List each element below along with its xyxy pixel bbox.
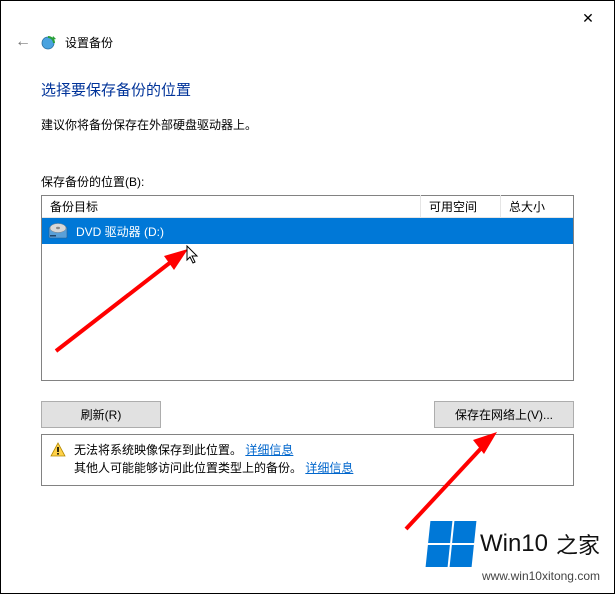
drive-list-body: DVD 驱动器 (D:) <box>42 218 573 380</box>
page-subtext: 建议你将备份保存在外部硬盘驱动器上。 <box>41 116 574 133</box>
warning-box: 无法将系统映像保存到此位置。 详细信息 其他人可能能够访问此位置类型上的备份。 … <box>41 434 574 486</box>
window-header: ← 设置备份 <box>1 31 614 61</box>
back-button[interactable]: ← <box>15 33 31 51</box>
details-link-2[interactable]: 详细信息 <box>305 461 353 475</box>
warn-line1: 无法将系统映像保存到此位置。 <box>74 443 242 457</box>
titlebar: ✕ <box>1 1 614 31</box>
watermark-suffix: 之家 <box>556 528 600 560</box>
close-button[interactable]: ✕ <box>566 5 610 31</box>
page-heading: 选择要保存备份的位置 <box>41 79 574 100</box>
windows-logo-icon <box>426 521 477 567</box>
watermark: Win10 之家 www.win10xitong.com <box>428 521 600 583</box>
col-target[interactable]: 备份目标 <box>42 195 421 218</box>
button-row: 刷新(R) 保存在网络上(V)... <box>41 401 574 428</box>
close-icon: ✕ <box>582 10 594 27</box>
drive-list-header: 备份目标 可用空间 总大小 <box>42 196 573 218</box>
dvd-drive-icon <box>48 222 68 240</box>
drive-name: DVD 驱动器 (D:) <box>76 223 164 240</box>
col-total[interactable]: 总大小 <box>501 195 573 218</box>
backup-icon <box>39 33 57 51</box>
drive-row[interactable]: DVD 驱动器 (D:) <box>42 218 573 244</box>
details-link-1[interactable]: 详细信息 <box>245 443 293 457</box>
save-network-button[interactable]: 保存在网络上(V)... <box>434 401 574 428</box>
watermark-brand: Win10 <box>480 530 548 558</box>
drive-list[interactable]: 备份目标 可用空间 总大小 DVD 驱动器 (D:) <box>41 195 574 381</box>
col-free[interactable]: 可用空间 <box>421 195 501 218</box>
refresh-button[interactable]: 刷新(R) <box>41 401 161 428</box>
warning-icon <box>50 442 66 458</box>
warning-text: 无法将系统映像保存到此位置。 详细信息 其他人可能能够访问此位置类型上的备份。 … <box>74 441 353 477</box>
main-content: 选择要保存备份的位置 建议你将备份保存在外部硬盘驱动器上。 保存备份的位置(B)… <box>1 61 614 486</box>
list-label: 保存备份的位置(B): <box>41 173 574 190</box>
warn-line2: 其他人可能能够访问此位置类型上的备份。 <box>74 461 302 475</box>
watermark-url: www.win10xitong.com <box>428 569 600 583</box>
window-title: 设置备份 <box>65 34 113 51</box>
